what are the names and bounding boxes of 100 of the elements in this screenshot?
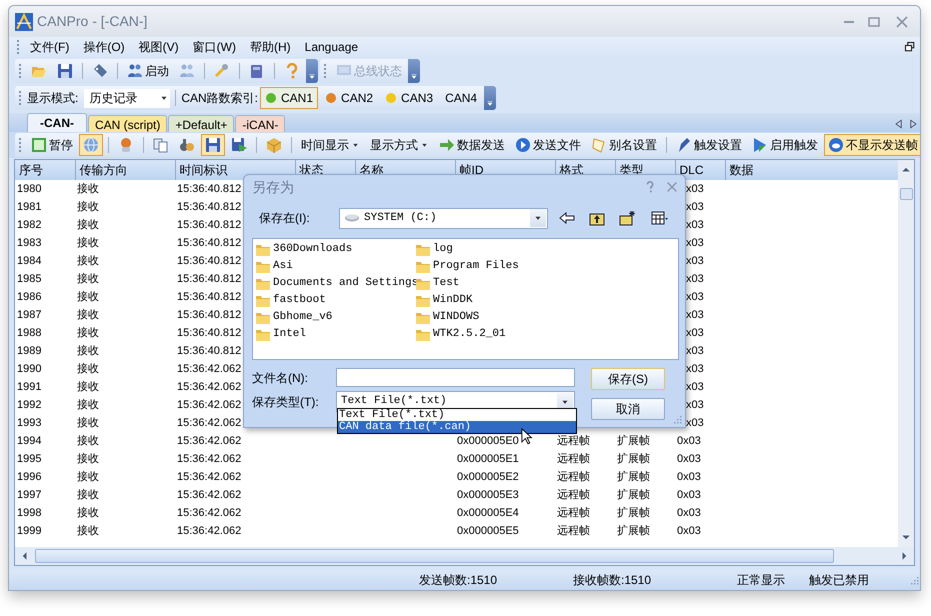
menu-item[interactable]: 窗口(W) [186,38,243,56]
table-cell: 1990 [17,362,42,375]
copy-icon [153,137,169,153]
menu-item[interactable]: 操作(O) [76,38,132,56]
table-cell: 接收 [77,272,99,285]
chevron-icon [410,72,418,80]
toolbar-button[interactable]: 启用触发 [748,134,822,156]
overflow-button[interactable] [484,86,496,110]
table-cell: 扩展帧 [617,452,650,465]
status-text: 发送帧数:1510 [419,572,498,589]
horizontal-scrollbar[interactable] [15,547,914,565]
file-name-label: 文件名(N): [252,370,309,386]
overflow-button[interactable] [408,59,420,83]
toolbar-button[interactable]: 暂停 [27,134,77,156]
document-tab[interactable]: -iCAN- [235,115,286,132]
toolbar-button[interactable]: 数据发送 [435,134,509,156]
table-cell: 1987 [17,308,42,321]
folder-item[interactable]: WINDOWS [415,309,575,326]
dropdown-option[interactable]: CAN data file(*.can) [338,421,576,433]
table-cell: 1984 [17,254,42,267]
pen-icon [676,137,692,153]
vertical-scrollbar[interactable] [898,160,914,547]
table-cell: 1991 [17,380,42,393]
scrollbar-thumb[interactable] [35,549,834,563]
cancel-button[interactable]: 取消 [591,398,665,420]
toolbar-button[interactable]: 触发设置 [672,134,746,156]
table-cell: 接收 [77,416,99,429]
table-cell: 15:36:42.062 [177,434,242,447]
table-cell: 15:36:40.812 [177,200,242,213]
app-logo-icon [15,12,33,30]
status-text: 触发已禁用 [809,572,870,589]
column-header[interactable]: 传输方向 [75,160,175,180]
table-cell: 1989 [17,344,42,357]
look-in-combo[interactable]: SYSTEM (C:) [339,208,548,228]
channel-button[interactable]: CAN2 [320,87,378,109]
toolbar-button[interactable]: 显示方式 [366,134,433,156]
menu-item[interactable]: 视图(V) [132,38,186,56]
table-cell: 扩展帧 [617,434,650,447]
folder-item[interactable]: Intel [255,326,415,343]
resize-grip-icon [671,413,683,425]
table-cell: 接收 [77,308,99,321]
toolbar-button[interactable]: 发送文件 [511,134,585,156]
column-header[interactable]: 序号 [15,160,75,180]
folder-item[interactable]: WinDDK [415,292,575,309]
arrow-icon [439,137,455,153]
menu-item[interactable]: Language [298,38,366,56]
folder-item[interactable]: Test [415,275,575,292]
menu-item[interactable]: 文件(F) [23,38,76,56]
document-tab[interactable]: -CAN- [27,113,87,132]
folder-item[interactable]: Program Files [415,258,575,275]
folder-item[interactable]: log [415,241,575,258]
table-cell: 远程帧 [557,452,590,465]
save-button[interactable]: 保存(S) [591,368,665,390]
toolbar-button[interactable] [201,134,225,156]
table-cell: 1994 [17,434,42,447]
menu-item[interactable]: 帮助(H) [242,38,298,56]
play-icon [752,137,768,153]
folder-item[interactable]: Asi [255,258,415,275]
channel-button[interactable]: CAN4 [440,87,482,109]
folder-item[interactable]: 360Downloads [255,241,415,258]
tag-icon [92,63,108,79]
table-cell: 15:36:40.812 [177,326,242,339]
scrollbar-thumb[interactable] [900,188,912,200]
table-cell: 接收 [77,452,99,465]
table-cell: 0x000005E5 [457,524,519,537]
toolbar-button[interactable]: 不显示发送帧 [824,134,920,156]
document-tab[interactable]: CAN (script) [88,115,168,132]
column-header[interactable]: 数据 [725,160,898,180]
channel-button[interactable]: CAN3 [380,87,438,109]
display-mode-select[interactable]: 历史记录 [84,88,170,108]
folder-item[interactable]: Documents and Settings [255,275,415,292]
table-cell: x03 [686,416,704,429]
help-icon [284,63,300,79]
table-cell: 接收 [77,506,99,519]
table-cell: 15:36:42.062 [177,452,242,465]
table-cell: 1982 [17,218,42,231]
file-name-field[interactable] [336,368,575,387]
table-cell: 接收 [77,182,99,195]
table-cell: 15:36:40.812 [177,290,242,303]
folder-item[interactable]: Gbhome_v6 [255,309,415,326]
document-tab[interactable]: +Default+ [168,115,234,132]
binoculars-icon [179,137,195,153]
channel-button[interactable]: CAN1 [260,87,318,109]
table-cell: 15:36:42.062 [177,398,242,411]
column-header[interactable]: DLC [675,160,725,180]
toolbar-button[interactable]: 别名设置 [587,134,661,156]
overflow-button[interactable] [306,59,318,83]
table-cell: 1980 [17,182,42,195]
close-button[interactable] [665,180,679,194]
folder-item[interactable]: WTK2.5.2_01 [415,326,575,343]
table-cell: 15:36:42.062 [177,524,242,537]
folder-item[interactable]: fastboot [255,292,415,309]
table-cell: 远程帧 [557,470,590,483]
table-cell: 0x03 [677,488,701,501]
table-cell: 接收 [77,254,99,267]
toolbar-button[interactable]: 启动 [123,60,173,82]
window-title: CANPro - [-CAN-] [37,12,148,31]
toolbar-button[interactable]: 时间显示 [297,134,364,156]
table-cell: 15:36:40.812 [177,182,242,195]
table-cell: 1988 [17,326,42,339]
